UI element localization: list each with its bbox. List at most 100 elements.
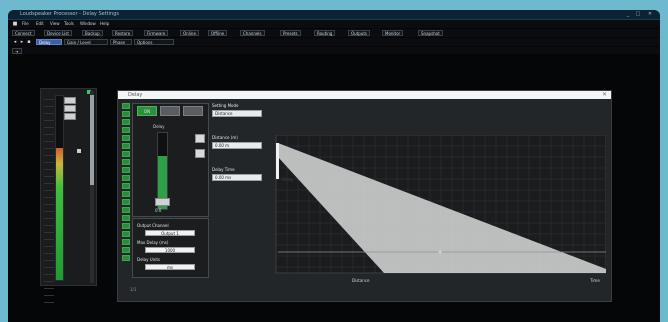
secondary-toolbar: ⇥ xyxy=(8,47,660,54)
channel-button[interactable] xyxy=(122,175,130,181)
toolbar-channels[interactable]: Channels xyxy=(240,30,265,36)
setting-mode-select[interactable]: Distance xyxy=(212,110,262,117)
delay-on-button[interactable]: ON xyxy=(137,106,157,116)
meter-button-2[interactable] xyxy=(64,105,76,112)
dialog-title: Delay xyxy=(128,92,143,98)
meter-scroll-thumb[interactable] xyxy=(90,95,94,185)
toolbar-backup[interactable]: Backup xyxy=(82,30,103,36)
meter-scale-tick xyxy=(44,233,54,240)
delay-fader-handle[interactable] xyxy=(155,198,170,206)
channel-button[interactable] xyxy=(122,111,130,117)
delay-graph-svg: Delay Distance Time xyxy=(275,135,606,283)
meter-scale-tick xyxy=(44,135,54,142)
channel-button[interactable] xyxy=(122,143,130,149)
channel-button[interactable] xyxy=(122,255,130,261)
meter-button-1[interactable] xyxy=(64,97,76,104)
window-title: Loudspeaker Processor - Delay Settings xyxy=(20,11,119,17)
x-axis-label: Distance xyxy=(352,278,370,283)
meter-scale-tick xyxy=(44,226,54,233)
channel-button[interactable] xyxy=(122,191,130,197)
minimize-button[interactable]: _ xyxy=(624,11,632,17)
meter-scale-tick xyxy=(44,191,54,198)
max-delay-label: Max Delay (ms) xyxy=(137,240,169,245)
meter-scale-tick xyxy=(44,107,54,114)
tab-gain-level[interactable]: Gain / Level xyxy=(64,39,108,45)
bookmark-icon[interactable]: ▪ xyxy=(26,39,32,45)
header-button-3[interactable] xyxy=(183,106,203,116)
toolbar-monitor[interactable]: Monitor xyxy=(382,30,404,36)
main-toolbar: Connect Device List Backup Restore Firmw… xyxy=(8,29,660,37)
delay-handle[interactable] xyxy=(276,143,279,179)
toolbar-outputs[interactable]: Outputs xyxy=(348,30,370,36)
menu-edit[interactable]: Edit xyxy=(36,21,44,26)
toolbar-snapshot[interactable]: Snapshot xyxy=(418,30,443,36)
toolbar-restore[interactable]: Restore xyxy=(112,30,134,36)
channel-button[interactable] xyxy=(122,207,130,213)
meter-scale-tick xyxy=(44,100,54,107)
meter-scrollbar[interactable] xyxy=(90,91,94,283)
close-button[interactable]: ✕ xyxy=(646,11,654,17)
increment-button[interactable] xyxy=(195,134,205,143)
distance-input[interactable]: 0.00 m xyxy=(212,142,262,149)
maximize-button[interactable]: □ xyxy=(634,11,642,17)
channel-button[interactable] xyxy=(122,183,130,189)
channel-button[interactable] xyxy=(122,103,130,109)
meter-scale-tick xyxy=(44,177,54,184)
delay-time-input[interactable]: 0.00 ms xyxy=(212,174,262,181)
toolbar-routing[interactable]: Routing xyxy=(314,30,336,36)
channel-button[interactable] xyxy=(122,167,130,173)
header-button-2[interactable] xyxy=(160,106,180,116)
meter-button-3[interactable] xyxy=(64,113,76,120)
max-delay-field[interactable]: 1000 xyxy=(145,247,195,253)
menu-window[interactable]: Window xyxy=(80,21,96,26)
tab-delay[interactable]: Delay xyxy=(36,39,62,45)
channel-button[interactable] xyxy=(122,159,130,165)
level-meter-panel xyxy=(40,88,97,303)
menu-tools[interactable]: Tools xyxy=(64,21,74,26)
menu-bar: ■ File Edit View Tools Window Help xyxy=(8,20,660,28)
tab-phase[interactable]: Phase xyxy=(110,39,132,45)
output-channel-field[interactable]: Output 1 xyxy=(145,230,195,236)
delay-time-label: Delay Time xyxy=(212,167,235,172)
channel-button[interactable] xyxy=(122,215,130,221)
channel-button[interactable] xyxy=(122,199,130,205)
toolbar-online[interactable]: Online xyxy=(180,30,199,36)
menu-file[interactable]: File xyxy=(22,21,29,26)
delay-units-field[interactable]: ms xyxy=(145,264,195,270)
page-indicator: 1/1 xyxy=(130,287,137,292)
meter-scale-tick xyxy=(44,205,54,212)
channel-button[interactable] xyxy=(122,231,130,237)
channel-button[interactable] xyxy=(122,247,130,253)
channel-button[interactable] xyxy=(122,223,130,229)
tab-options[interactable]: Options xyxy=(134,39,174,45)
meter-scale-tick xyxy=(44,212,54,219)
expand-button[interactable]: ⇥ xyxy=(12,48,22,54)
forward-icon[interactable]: ▸ xyxy=(19,39,25,45)
decrement-button[interactable] xyxy=(195,149,205,158)
toolbar-device-list[interactable]: Device List xyxy=(44,30,72,36)
x-axis-end-label: Time xyxy=(589,278,600,283)
delay-graph[interactable]: Delay Distance Time xyxy=(268,135,606,283)
channel-settings-panel: Output Channel Output 1 Max Delay (ms) 1… xyxy=(132,218,209,278)
channel-button[interactable] xyxy=(122,239,130,245)
back-icon[interactable]: ◂ xyxy=(12,39,18,45)
meter-scale-tick xyxy=(44,128,54,135)
meter-scale-tick xyxy=(44,163,54,170)
menu-view[interactable]: View xyxy=(50,21,60,26)
level-meter-bar xyxy=(55,95,64,281)
delay-dialog: Delay ✕ ON Delay 0.0 Output Channel Outp… xyxy=(117,90,612,302)
toolbar-offline[interactable]: Offline xyxy=(208,30,228,36)
toolbar-connect[interactable]: Connect xyxy=(12,30,35,36)
channel-button[interactable] xyxy=(122,119,130,125)
channel-button[interactable] xyxy=(122,151,130,157)
dialog-close-icon[interactable]: ✕ xyxy=(602,91,607,98)
meter-scale-tick xyxy=(44,114,54,121)
channel-button[interactable] xyxy=(122,135,130,141)
channel-button[interactable] xyxy=(122,127,130,133)
menu-help[interactable]: Help xyxy=(100,21,109,26)
toolbar-presets[interactable]: Presets xyxy=(280,30,301,36)
level-meter-fill xyxy=(56,147,63,280)
meter-scale xyxy=(44,93,54,303)
reference-point[interactable] xyxy=(438,250,442,254)
toolbar-firmware[interactable]: Firmware xyxy=(144,30,169,36)
